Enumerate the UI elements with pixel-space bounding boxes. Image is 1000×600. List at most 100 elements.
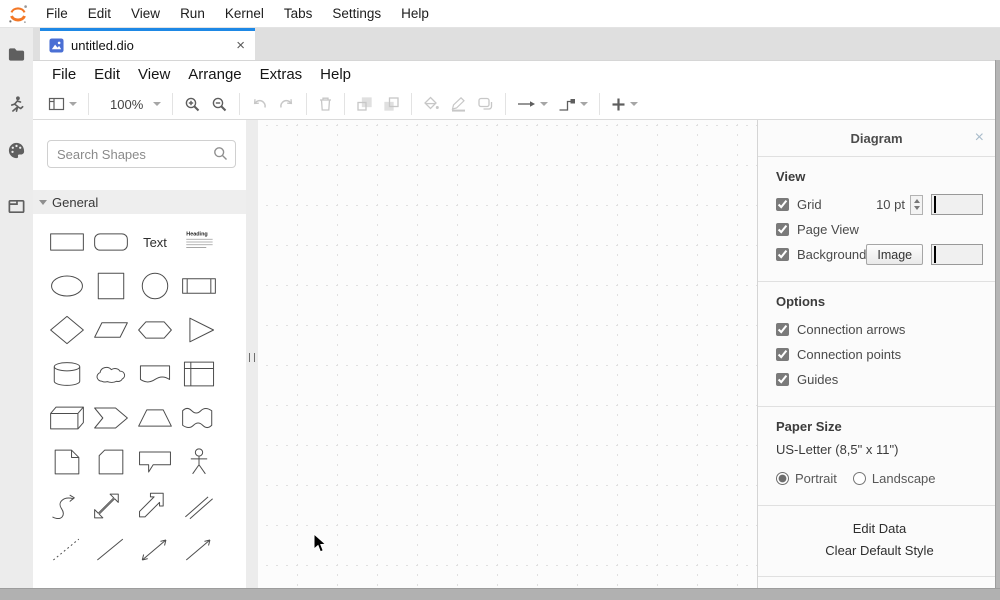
shape-tape[interactable] xyxy=(177,396,221,440)
shape-text[interactable]: Text xyxy=(133,220,177,264)
grid-label: Grid xyxy=(797,197,822,212)
shape-circle[interactable] xyxy=(133,264,177,308)
shape-arrow[interactable] xyxy=(133,484,177,528)
shape-directional-connector[interactable] xyxy=(177,528,221,572)
close-icon[interactable]: × xyxy=(975,129,984,147)
shape-parallelogram[interactable] xyxy=(89,308,133,352)
dio-menu-arrange[interactable]: Arrange xyxy=(179,61,250,89)
shape-note[interactable] xyxy=(45,440,89,484)
shape-cloud[interactable] xyxy=(89,352,133,396)
dio-menu-edit[interactable]: Edit xyxy=(85,61,129,89)
connection-arrows-checkbox[interactable] xyxy=(776,323,789,336)
paper-size-section: Paper Size US-Letter (8,5" x 11") Portra… xyxy=(758,407,995,506)
jupyterlab-menubar: File Edit View Run Kernel Tabs Settings … xyxy=(0,0,1000,28)
tab-untitled-dio[interactable]: untitled.dio × xyxy=(40,28,255,60)
shape-cube[interactable] xyxy=(45,396,89,440)
zoom-dropdown-button[interactable]: 100% xyxy=(95,91,166,117)
shape-rounded-rectangle[interactable] xyxy=(89,220,133,264)
file-browser-icon[interactable] xyxy=(7,44,27,64)
portrait-label: Portrait xyxy=(795,471,837,486)
clear-default-style-button[interactable]: Clear Default Style xyxy=(776,540,983,562)
shape-diamond[interactable] xyxy=(45,308,89,352)
line-color-button[interactable] xyxy=(445,91,472,117)
jl-menu-edit[interactable]: Edit xyxy=(78,0,121,27)
running-sessions-icon[interactable] xyxy=(7,94,27,114)
jl-menu-run[interactable]: Run xyxy=(170,0,215,27)
shape-trapezoid[interactable] xyxy=(133,396,177,440)
shape-process[interactable] xyxy=(177,264,221,308)
shape-ellipse[interactable] xyxy=(45,264,89,308)
dio-menu-help[interactable]: Help xyxy=(311,61,360,89)
chevron-down-icon xyxy=(580,102,588,106)
connection-points-checkbox[interactable] xyxy=(776,348,789,361)
shape-link[interactable] xyxy=(177,484,221,528)
shape-document[interactable] xyxy=(133,352,177,396)
portrait-radio[interactable] xyxy=(776,472,789,485)
jl-menu-view[interactable]: View xyxy=(121,0,170,27)
redo-button[interactable] xyxy=(273,91,300,117)
jupyterlab-activity-bar xyxy=(0,28,33,588)
shape-dashed-line[interactable] xyxy=(45,528,89,572)
tab-title: untitled.dio xyxy=(71,38,236,53)
insert-button[interactable] xyxy=(606,91,643,117)
section-general[interactable]: General xyxy=(33,190,246,214)
dio-menu-file[interactable]: File xyxy=(43,61,85,89)
undo-button[interactable] xyxy=(246,91,273,117)
delete-button[interactable] xyxy=(313,91,338,117)
open-tabs-icon[interactable] xyxy=(7,196,27,216)
shape-triangle[interactable] xyxy=(177,308,221,352)
to-front-button[interactable] xyxy=(351,91,378,117)
view-section: View Grid 10 pt Page View Background xyxy=(758,157,995,282)
edit-data-button[interactable]: Edit Data xyxy=(776,518,983,540)
shape-square[interactable] xyxy=(89,264,133,308)
sidebar-splitter[interactable] xyxy=(246,120,258,589)
grid-color-button[interactable] xyxy=(931,194,983,215)
connection-points-label: Connection points xyxy=(797,347,901,362)
jl-menu-file[interactable]: File xyxy=(36,0,78,27)
shadow-button[interactable] xyxy=(472,91,499,117)
svg-text:Heading: Heading xyxy=(186,232,207,238)
page-view-checkbox[interactable] xyxy=(776,223,789,236)
shape-rectangle[interactable] xyxy=(45,220,89,264)
grid-checkbox[interactable] xyxy=(776,198,789,211)
background-color-button[interactable] xyxy=(931,244,983,265)
paper-size-select[interactable]: US-Letter (8,5" x 11") xyxy=(776,442,983,457)
landscape-radio[interactable] xyxy=(853,472,866,485)
zoom-out-button[interactable] xyxy=(206,91,233,117)
to-back-button[interactable] xyxy=(378,91,405,117)
jl-menu-settings[interactable]: Settings xyxy=(322,0,391,27)
jl-menu-help[interactable]: Help xyxy=(391,0,439,27)
search-shapes-input[interactable] xyxy=(47,140,236,168)
guides-checkbox[interactable] xyxy=(776,373,789,386)
image-button[interactable]: Image xyxy=(866,244,923,265)
shape-curve[interactable] xyxy=(45,484,89,528)
connection-style-button[interactable] xyxy=(512,91,553,117)
command-palette-icon[interactable] xyxy=(7,140,27,160)
background-label: Background xyxy=(797,247,866,262)
jl-menu-tabs[interactable]: Tabs xyxy=(274,0,323,27)
shape-step[interactable] xyxy=(89,396,133,440)
tab-close-icon[interactable]: × xyxy=(236,38,245,53)
shape-bidirectional-arrow[interactable] xyxy=(89,484,133,528)
dio-menu-view[interactable]: View xyxy=(129,61,179,89)
shape-textbox[interactable]: Heading xyxy=(177,220,221,264)
zoom-in-button[interactable] xyxy=(179,91,206,117)
shape-internal-storage[interactable] xyxy=(177,352,221,396)
shape-bidirectional-connector[interactable] xyxy=(133,528,177,572)
shape-callout[interactable] xyxy=(133,440,177,484)
toggle-format-panel-button[interactable] xyxy=(43,91,82,117)
jl-menu-kernel[interactable]: Kernel xyxy=(215,0,274,27)
diagram-canvas[interactable] xyxy=(258,120,757,589)
shape-hexagon[interactable] xyxy=(133,308,177,352)
drawio-toolbar: 100% xyxy=(33,89,1000,120)
shape-actor[interactable] xyxy=(177,440,221,484)
grid-size-stepper[interactable] xyxy=(910,195,923,215)
shape-card[interactable] xyxy=(89,440,133,484)
shape-cylinder[interactable] xyxy=(45,352,89,396)
waypoint-style-button[interactable] xyxy=(553,91,593,117)
fill-color-button[interactable] xyxy=(418,91,445,117)
search-icon xyxy=(213,146,228,166)
background-checkbox[interactable] xyxy=(776,248,789,261)
dio-menu-extras[interactable]: Extras xyxy=(251,61,312,89)
shape-line[interactable] xyxy=(89,528,133,572)
